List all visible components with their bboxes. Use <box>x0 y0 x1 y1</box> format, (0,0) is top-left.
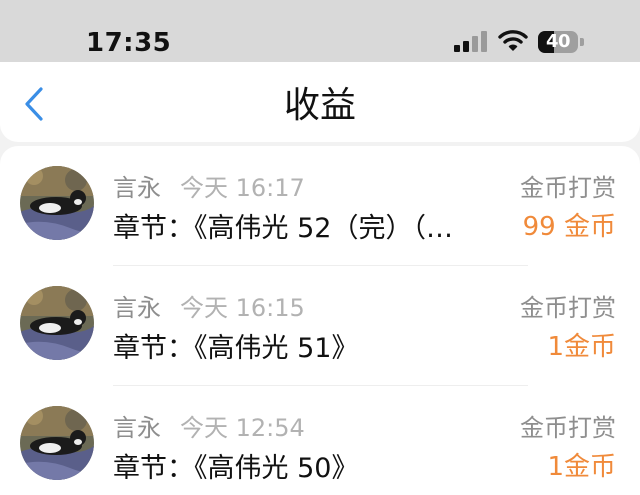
coin-amount: 1金币 <box>547 452 616 482</box>
timestamp: 今天 12:54 <box>180 414 305 442</box>
earnings-row[interactable]: 言永 今天 16:17 金币打赏 章节：《高伟光 52（完）（… 99 金币 <box>0 146 640 266</box>
reward-type: 金币打赏 <box>520 294 616 322</box>
status-bar: 17:35 40 <box>0 0 640 62</box>
user-name: 言永 <box>113 414 161 442</box>
battery-percent: 40 <box>545 31 571 52</box>
timestamp: 今天 16:17 <box>180 174 305 202</box>
chapter-title: 章节：《高伟光 51》 <box>113 333 359 364</box>
earnings-list: 言永 今天 16:17 金币打赏 章节：《高伟光 52（完）（… 99 金币 言… <box>0 146 640 495</box>
reward-type: 金币打赏 <box>520 414 616 442</box>
status-time: 17:35 <box>86 28 172 58</box>
user-name: 言永 <box>113 174 161 202</box>
cellular-signal-icon <box>454 30 488 52</box>
coin-amount: 99 金币 <box>522 212 616 242</box>
user-name: 言永 <box>113 294 161 322</box>
battery-icon: 40 <box>538 31 578 53</box>
battery-tip <box>580 38 584 46</box>
nav-bar: 收益 <box>0 62 640 142</box>
avatar[interactable] <box>20 286 94 360</box>
page-title: 收益 <box>283 85 356 126</box>
earnings-row[interactable]: 言永 今天 12:54 金币打赏 章节：《高伟光 50》 1金币 <box>0 386 640 495</box>
timestamp: 今天 16:15 <box>180 294 305 322</box>
chapter-title: 章节：《高伟光 52（完）（… <box>113 213 453 244</box>
avatar[interactable] <box>20 406 94 480</box>
earnings-row[interactable]: 言永 今天 16:15 金币打赏 章节：《高伟光 51》 1金币 <box>0 266 640 386</box>
wifi-icon <box>498 30 528 51</box>
reward-type: 金币打赏 <box>520 174 616 202</box>
avatar[interactable] <box>20 166 94 240</box>
coin-amount: 1金币 <box>547 332 616 362</box>
chapter-title: 章节：《高伟光 50》 <box>113 453 359 484</box>
